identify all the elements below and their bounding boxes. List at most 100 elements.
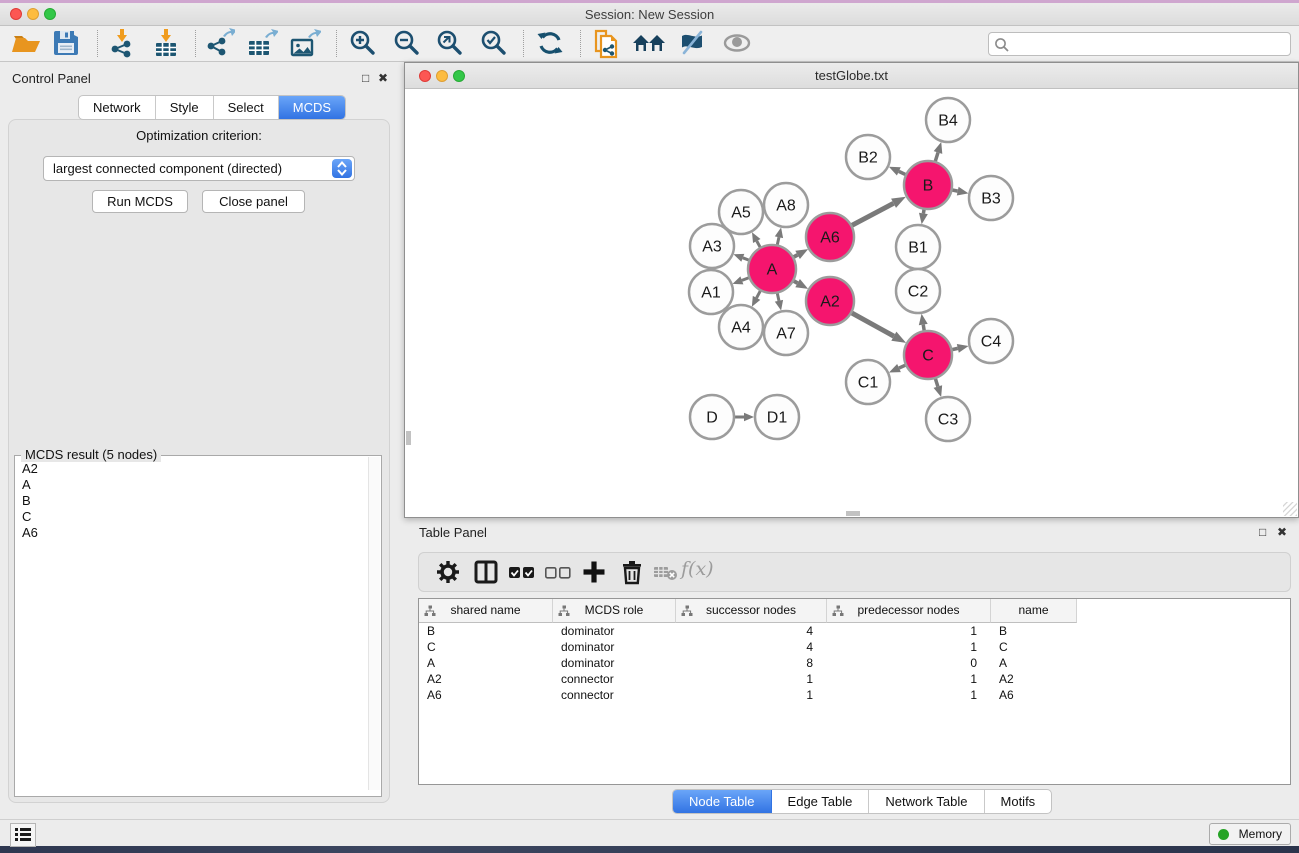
tab-network[interactable]: Network <box>79 96 156 119</box>
graph-node-A5[interactable]: A5 <box>719 190 763 234</box>
tab-style[interactable]: Style <box>156 96 214 119</box>
graph-node-C[interactable]: C <box>904 331 952 379</box>
mcds-result-item[interactable]: A <box>16 476 368 492</box>
table-row[interactable]: A6connector11A6 <box>419 687 1290 703</box>
zoom-in-icon[interactable] <box>345 28 381 60</box>
criterion-dropdown[interactable]: largest connected component (directed) <box>43 156 355 181</box>
graph-node-A6[interactable]: A6 <box>806 213 854 261</box>
mcds-result-item[interactable]: A2 <box>16 460 368 476</box>
table-cell[interactable]: A2 <box>991 671 1077 687</box>
memory-button[interactable]: Memory <box>1209 823 1291 845</box>
open-session-icon[interactable] <box>8 28 44 60</box>
table-cell[interactable]: 1 <box>827 623 991 639</box>
table-row[interactable]: Bdominator41B <box>419 623 1290 639</box>
table-cell[interactable]: 1 <box>827 687 991 703</box>
graph-node-B[interactable]: B <box>904 161 952 209</box>
graph-node-C3[interactable]: C3 <box>926 397 970 441</box>
table-cell[interactable]: 8 <box>676 655 827 671</box>
graph-node-A2[interactable]: A2 <box>806 277 854 325</box>
table-cell[interactable]: dominator <box>553 655 676 671</box>
close-panel-button[interactable]: Close panel <box>202 190 305 213</box>
save-session-icon[interactable] <box>48 28 84 60</box>
import-table-icon[interactable] <box>148 28 184 60</box>
table-cell[interactable]: 1 <box>827 671 991 687</box>
float-panel-icon[interactable]: □ <box>362 71 369 85</box>
table-cell[interactable]: connector <box>553 671 676 687</box>
table-cell[interactable]: B <box>991 623 1077 639</box>
refresh-layout-icon[interactable] <box>532 28 568 60</box>
delete-table-icon[interactable] <box>651 558 681 588</box>
graph-node-A7[interactable]: A7 <box>764 311 808 355</box>
tab-network-table[interactable]: Network Table <box>869 790 984 813</box>
mcds-result-item[interactable]: B <box>16 492 368 508</box>
graph-node-A8[interactable]: A8 <box>764 183 808 227</box>
tab-select[interactable]: Select <box>214 96 279 119</box>
network-horizontal-scrollbar-thumb[interactable] <box>846 511 860 516</box>
table-cell[interactable]: connector <box>553 687 676 703</box>
table-row[interactable]: A2connector11A2 <box>419 671 1290 687</box>
table-cell[interactable]: 1 <box>827 639 991 655</box>
table-cell[interactable]: dominator <box>553 623 676 639</box>
network-resize-grip[interactable] <box>1283 502 1297 516</box>
graph-node-B2[interactable]: B2 <box>846 135 890 179</box>
export-table-icon[interactable] <box>244 28 280 60</box>
close-table-panel-icon[interactable]: ✖ <box>1277 525 1287 539</box>
table-cell[interactable]: C <box>419 639 553 655</box>
graph-node-B4[interactable]: B4 <box>926 98 970 142</box>
table-cell[interactable]: A6 <box>991 687 1077 703</box>
table-cell[interactable]: B <box>419 623 553 639</box>
close-panel-icon[interactable]: ✖ <box>378 71 388 85</box>
table-cell[interactable]: 1 <box>676 687 827 703</box>
mcds-result-item[interactable]: A6 <box>16 524 368 540</box>
graph-node-C1[interactable]: C1 <box>846 360 890 404</box>
add-icon[interactable] <box>579 558 609 588</box>
tab-motifs[interactable]: Motifs <box>985 790 1052 813</box>
zoom-fit-icon[interactable] <box>432 28 468 60</box>
table-row[interactable]: Cdominator41C <box>419 639 1290 655</box>
mcds-list-scrollbar[interactable] <box>368 457 380 790</box>
import-network-icon[interactable] <box>104 28 140 60</box>
table-cell[interactable]: 4 <box>676 639 827 655</box>
float-table-panel-icon[interactable]: □ <box>1259 525 1266 539</box>
graph-node-B1[interactable]: B1 <box>896 225 940 269</box>
trash-icon[interactable] <box>617 558 647 588</box>
table-cell[interactable]: dominator <box>553 639 676 655</box>
graph-node-A[interactable]: A <box>748 245 796 293</box>
mcds-result-item[interactable]: C <box>16 508 368 524</box>
graph-edge[interactable] <box>850 312 894 336</box>
column-header[interactable]: name <box>991 599 1077 623</box>
gear-icon[interactable] <box>433 558 463 588</box>
zoom-out-icon[interactable] <box>389 28 425 60</box>
table-cell[interactable]: A <box>991 655 1077 671</box>
task-history-icon[interactable] <box>10 823 36 847</box>
tab-node-table[interactable]: Node Table <box>673 790 772 813</box>
deselect-all-icon[interactable] <box>543 558 573 588</box>
clone-network-icon[interactable] <box>589 28 625 60</box>
table-cell[interactable]: C <box>991 639 1077 655</box>
search-input[interactable] <box>1013 34 1285 54</box>
graph-node-A1[interactable]: A1 <box>689 270 733 314</box>
select-all-icon[interactable] <box>507 558 537 588</box>
graph-node-D1[interactable]: D1 <box>755 395 799 439</box>
eye-icon[interactable] <box>719 28 755 60</box>
column-header[interactable]: predecessor nodes <box>827 599 991 623</box>
graph-node-C4[interactable]: C4 <box>969 319 1013 363</box>
function-builder-icon[interactable]: f(x) <box>681 558 714 580</box>
graph-node-B3[interactable]: B3 <box>969 176 1013 220</box>
column-header[interactable]: successor nodes <box>676 599 827 623</box>
graph-node-C2[interactable]: C2 <box>896 269 940 313</box>
table-cell[interactable]: 0 <box>827 655 991 671</box>
table-row[interactable]: Adominator80A <box>419 655 1290 671</box>
column-header[interactable]: MCDS role <box>553 599 676 623</box>
table-cell[interactable]: 4 <box>676 623 827 639</box>
table-cell[interactable]: A <box>419 655 553 671</box>
network-vertical-scrollbar-thumb[interactable] <box>406 431 411 445</box>
network-graph-canvas[interactable]: AA2A6BCA1A3A4A5A7A8B1B2B3B4C1C2C3C4DD1 <box>405 89 1298 518</box>
graph-edge[interactable] <box>850 203 893 226</box>
export-network-icon[interactable] <box>202 28 238 60</box>
tab-mcds[interactable]: MCDS <box>279 96 345 119</box>
home-icon[interactable] <box>631 28 667 60</box>
split-column-icon[interactable] <box>471 558 501 588</box>
hide-flag-icon[interactable] <box>674 28 710 60</box>
table-cell[interactable]: A2 <box>419 671 553 687</box>
